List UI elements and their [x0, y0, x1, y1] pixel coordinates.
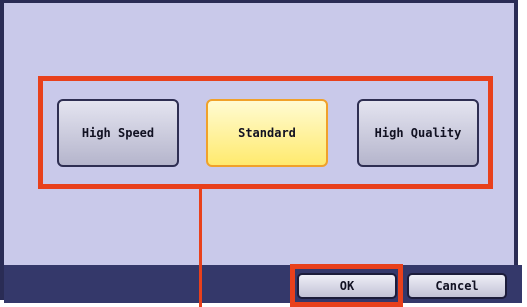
callout-connector-line	[199, 189, 202, 307]
cancel-label: Cancel	[435, 279, 479, 293]
ok-highlight-box	[290, 264, 403, 307]
cancel-button[interactable]: Cancel	[407, 273, 507, 299]
options-highlight-box	[38, 76, 493, 189]
